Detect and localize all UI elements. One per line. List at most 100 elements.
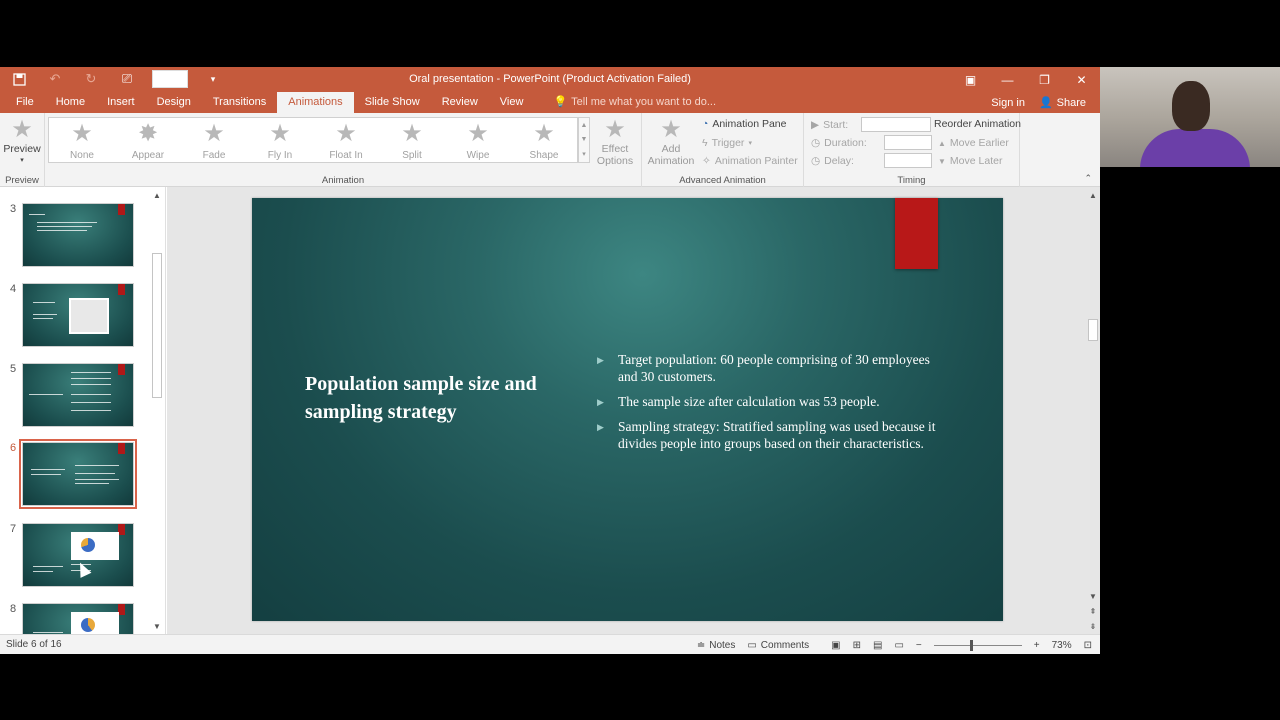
more-icon: ▾ — [582, 151, 586, 159]
fit-slide-icon[interactable]: ⊡ — [1084, 640, 1092, 651]
star-icon: ★ — [604, 116, 626, 143]
scroll-up-icon[interactable]: ▲ — [151, 191, 163, 200]
slide-sorter-icon[interactable]: ⊞ — [853, 640, 861, 651]
star-icon: ★ — [533, 120, 555, 147]
star-icon: ★ — [467, 120, 489, 147]
add-animation-label: Add — [661, 143, 681, 155]
close-button[interactable]: ✕ — [1063, 67, 1100, 92]
slide-red-tag — [895, 198, 938, 269]
scroll-down-icon[interactable]: ▼ — [1087, 592, 1099, 601]
tab-file[interactable]: File — [5, 92, 45, 113]
delay-control: ◷ Delay: — [811, 153, 933, 168]
animation-painter-button[interactable]: ✧ Animation Painter — [702, 155, 798, 167]
scroll-up-icon[interactable]: ▲ — [1087, 191, 1099, 200]
anim-appear[interactable]: ✸ Appear — [115, 118, 181, 162]
tab-view[interactable]: View — [489, 92, 535, 113]
thumbnail-slide-8[interactable]: 8 — [0, 603, 150, 634]
start-dropdown[interactable] — [861, 117, 932, 132]
delay-spinner[interactable] — [884, 153, 933, 168]
tab-design[interactable]: Design — [146, 92, 202, 113]
previous-slide-icon[interactable]: ⇞ — [1087, 607, 1099, 616]
scroll-thumb[interactable] — [152, 253, 162, 398]
share-button[interactable]: 👤 Share — [1038, 96, 1086, 110]
thumb-number: 3 — [10, 203, 17, 215]
editor-scrollbar[interactable]: ▲ ▼ ⇞ ⇟ — [1087, 191, 1099, 631]
thumbnail-scrollbar[interactable]: ▲ ▼ — [151, 191, 163, 631]
triangle-down-icon: ▼ — [938, 156, 946, 166]
restore-button[interactable]: ❐ — [1026, 67, 1063, 92]
reading-view-icon[interactable]: ▤ — [873, 640, 882, 651]
anim-none[interactable]: ★ None — [49, 118, 115, 162]
tab-transitions[interactable]: Transitions — [202, 92, 277, 113]
start-label: Start: — [823, 118, 849, 131]
ribbon-display-icon[interactable]: ▣ — [952, 67, 989, 92]
normal-view-icon[interactable]: ▣ — [831, 640, 840, 651]
zoom-knob[interactable] — [969, 639, 973, 651]
star-icon: ★ — [203, 120, 225, 147]
notes-label: Notes — [709, 639, 736, 651]
anim-fly-in[interactable]: ★ Fly In — [247, 118, 313, 162]
tab-home[interactable]: Home — [45, 92, 96, 113]
preview-icon: ★ — [11, 116, 33, 143]
anim-label: Appear — [131, 150, 165, 161]
thumb-image — [22, 283, 134, 347]
add-star-icon: ★ — [660, 116, 682, 143]
chevron-down-icon: ▼ — [580, 135, 588, 143]
notes-button[interactable]: ≐ Notes — [697, 640, 736, 651]
anim-fade[interactable]: ★ Fade — [181, 118, 247, 162]
tab-review[interactable]: Review — [431, 92, 489, 113]
anim-label: Split — [402, 150, 422, 161]
delay-label: Delay: — [824, 154, 854, 167]
collapse-ribbon-icon[interactable]: ⌃ — [1084, 173, 1092, 184]
anim-float-in[interactable]: ★ Float In — [313, 118, 379, 162]
tab-animations[interactable]: Animations — [277, 92, 354, 113]
scroll-thumb[interactable] — [1088, 319, 1098, 341]
anim-split[interactable]: ★ Split — [379, 118, 445, 162]
scroll-down-icon[interactable]: ▼ — [151, 622, 163, 631]
current-slide[interactable]: Population sample size and sampling stra… — [252, 198, 1003, 621]
anim-label: Fly In — [267, 150, 293, 161]
triangle-up-icon: ▲ — [938, 138, 946, 148]
star-icon: ★ — [71, 120, 93, 147]
animation-pane-label: Animation Pane — [712, 118, 787, 130]
slide-bullet-list[interactable]: Target population: 60 people comprising … — [597, 351, 947, 460]
sign-in-link[interactable]: Sign in — [991, 97, 1025, 109]
trigger-label: Trigger — [711, 137, 745, 149]
tell-me-box[interactable]: 💡 Tell me what you want to do... — [542, 92, 727, 113]
zoom-slider[interactable] — [933, 639, 1022, 651]
move-later-button[interactable]: ▼ Move Later — [938, 155, 1002, 167]
zoom-out-icon[interactable]: − — [916, 640, 922, 651]
person-icon: 👤 — [1038, 97, 1053, 109]
preview-button[interactable]: ★ Preview ▾ — [3, 116, 40, 167]
animation-pane-button[interactable]: ◔ Animation Pane — [702, 118, 786, 130]
duration-spinner[interactable] — [884, 135, 933, 150]
anim-shape[interactable]: ★ Shape — [511, 118, 577, 162]
move-later-label: Move Later — [949, 155, 1003, 167]
animation-group-label: Animation — [321, 175, 365, 186]
comments-button[interactable]: ▭ Comments — [747, 640, 809, 651]
tell-me-text: Tell me what you want to do... — [571, 96, 717, 108]
trigger-button[interactable]: ϟ Trigger ▾ — [702, 137, 752, 149]
minimize-button[interactable]: — — [989, 67, 1026, 92]
anim-label: Float In — [329, 150, 363, 161]
gallery-scroll[interactable]: ▲ ▼ ▾ — [578, 117, 590, 163]
tab-insert[interactable]: Insert — [96, 92, 146, 113]
zoom-in-icon[interactable]: + — [1034, 640, 1040, 651]
preview-group-label: Preview — [5, 175, 39, 186]
thumb-image — [22, 523, 134, 587]
slide-title[interactable]: Population sample size and sampling stra… — [305, 370, 550, 426]
star-burst-icon: ✸ — [137, 120, 159, 147]
effect-options-button[interactable]: ★ Effect Options — [594, 116, 636, 168]
animation-painter-label: Animation Painter — [714, 155, 798, 167]
anim-label: None — [70, 150, 94, 161]
star-icon: ★ — [269, 120, 291, 147]
slideshow-view-icon[interactable]: ▭ — [894, 640, 903, 651]
add-animation-button[interactable]: ★ Add Animation — [646, 116, 696, 168]
next-slide-icon[interactable]: ⇟ — [1087, 622, 1099, 631]
ribbon-tabs: File Home Insert Design Transitions Anim… — [0, 92, 1100, 113]
move-earlier-button[interactable]: ▲ Move Earlier — [938, 137, 1009, 149]
tab-slide-show[interactable]: Slide Show — [354, 92, 431, 113]
zoom-level[interactable]: 73% — [1052, 640, 1072, 651]
anim-wipe[interactable]: ★ Wipe — [445, 118, 511, 162]
clock-icon: ◷ — [811, 136, 821, 149]
